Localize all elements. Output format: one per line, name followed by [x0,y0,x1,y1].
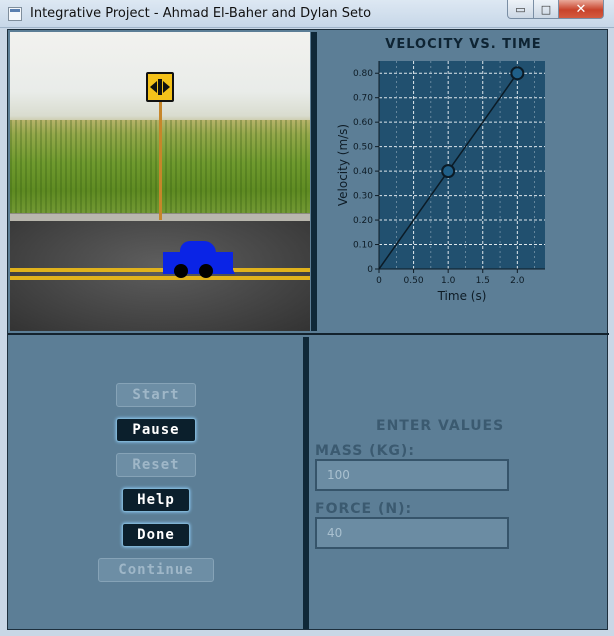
x-tick-label: 1.5 [476,276,490,286]
x-tick-label: 0 [376,276,382,286]
animation-scene [10,32,310,331]
x-tick-label: 2.0 [510,276,525,286]
maximize-button[interactable]: □ [533,0,559,19]
x-tick-label: 1.0 [441,276,456,286]
done-button[interactable]: Done [122,523,190,547]
car-rear-wheel [174,264,188,278]
help-button[interactable]: Help [122,488,190,512]
y-tick-label: 0 [367,265,373,275]
app-client-area: 0 0.50 1.0 1.5 2.0 0 0.10 0.20 0.30 0.40 0.50 0.60 0… [7,29,609,630]
force-field[interactable]: 40 [315,517,509,549]
minimize-button[interactable]: ▭ [507,0,534,19]
continue-button[interactable]: Continue [98,558,214,582]
y-tick-label: 0.70 [353,94,373,104]
data-point [441,164,456,179]
y-tick-label: 0.30 [353,192,373,202]
data-point [510,66,525,81]
force-label: FORCE (N): [315,501,413,517]
y-tick-label: 0.50 [353,143,373,153]
velocity-chart-panel: 0 0.50 1.0 1.5 2.0 0 0.10 0.20 0.30 0.40 0.50 0.60 0… [320,32,607,331]
vertical-divider-bottom [303,337,309,629]
y-tick-label: 0.20 [353,216,373,226]
y-tick-label: 0.80 [353,69,373,79]
vertical-divider-top [311,32,317,331]
road-centerline-top [10,268,310,272]
values-panel: ENTER VALUES MASS (KG): 100 FORCE (N): 4… [312,335,609,629]
mass-label: MASS (KG): [315,443,415,459]
chart-title: VELOCITY VS. TIME [385,37,542,52]
controls-panel: Start Pause Reset Help Done Continue [8,335,303,629]
x-tick-label: 0.50 [404,276,424,286]
car-front-wheel [199,264,213,278]
x-axis-label: Time (s) [437,289,487,303]
window-title: Integrative Project - Ahmad El-Baher and… [30,6,372,21]
y-tick-label: 0.40 [353,167,373,177]
sign-pole [159,100,162,220]
mass-field[interactable]: 100 [315,459,509,491]
reset-button[interactable]: Reset [116,453,196,477]
road-centerline-bottom [10,276,310,280]
app-window-icon [8,7,22,21]
y-tick-label: 0.10 [353,241,373,251]
enter-values-heading: ENTER VALUES [376,418,505,434]
plot-area [379,61,545,269]
velocity-chart: 0 0.50 1.0 1.5 2.0 0 0.10 0.20 0.30 0.40 0.50 0.60 0… [336,61,545,303]
close-button[interactable]: ✕ [558,0,604,19]
y-tick-label: 0.60 [353,118,373,128]
car-nose [225,252,235,274]
double-arrow-sign-icon [146,72,174,102]
y-axis-label: Velocity (m/s) [336,124,350,206]
pause-button[interactable]: Pause [116,418,196,442]
window-titlebar[interactable]: Integrative Project - Ahmad El-Baher and… [0,0,614,28]
start-button[interactable]: Start [116,383,196,407]
